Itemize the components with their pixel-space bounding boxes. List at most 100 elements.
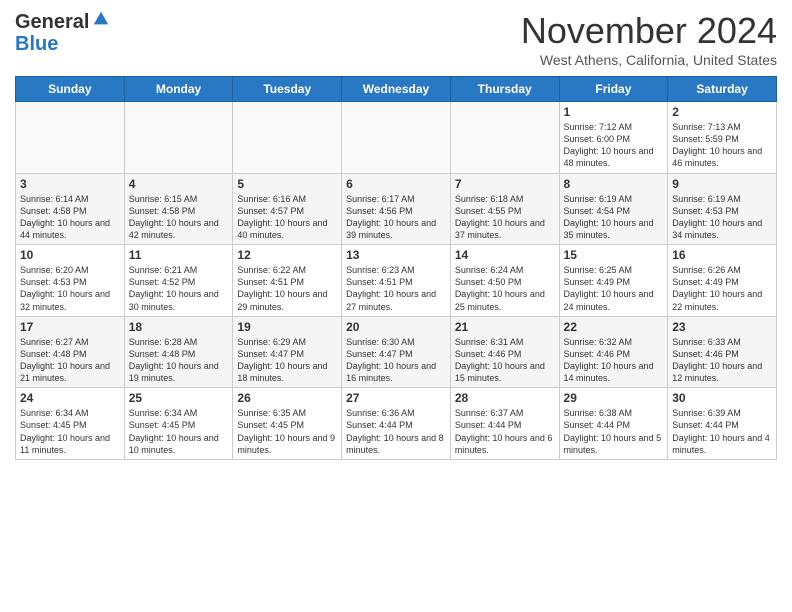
calendar-cell: 27 Sunrise: 6:36 AM Sunset: 4:44 PM Dayli… <box>342 388 451 460</box>
day-number: 24 <box>20 391 120 405</box>
location: West Athens, California, United States <box>521 52 777 68</box>
calendar-cell: 26 Sunrise: 6:35 AM Sunset: 4:45 PM Dayli… <box>233 388 342 460</box>
week-row-2: 3 Sunrise: 6:14 AM Sunset: 4:58 PM Daylig… <box>16 173 777 245</box>
header-sunday: Sunday <box>16 77 125 102</box>
day-info: Sunrise: 6:18 AM Sunset: 4:55 PM Dayligh… <box>455 193 555 242</box>
day-number: 18 <box>129 320 229 334</box>
calendar-cell <box>233 102 342 174</box>
day-number: 10 <box>20 248 120 262</box>
day-info: Sunrise: 6:34 AM Sunset: 4:45 PM Dayligh… <box>129 407 229 456</box>
week-row-4: 17 Sunrise: 6:27 AM Sunset: 4:48 PM Dayli… <box>16 316 777 388</box>
calendar-cell: 15 Sunrise: 6:25 AM Sunset: 4:49 PM Dayli… <box>559 245 668 317</box>
day-info: Sunrise: 7:13 AM Sunset: 5:59 PM Dayligh… <box>672 121 772 170</box>
page: General Blue November 2024 West Athens, … <box>0 0 792 612</box>
calendar-cell: 14 Sunrise: 6:24 AM Sunset: 4:50 PM Dayli… <box>450 245 559 317</box>
day-info: Sunrise: 6:36 AM Sunset: 4:44 PM Dayligh… <box>346 407 446 456</box>
header-tuesday: Tuesday <box>233 77 342 102</box>
calendar-cell: 8Sunrise: 6:19 AM Sunset: 4:54 PM Daylig… <box>559 173 668 245</box>
day-info: Sunrise: 6:29 AM Sunset: 4:47 PM Dayligh… <box>237 336 337 385</box>
calendar-cell <box>124 102 233 174</box>
day-info: Sunrise: 6:21 AM Sunset: 4:52 PM Dayligh… <box>129 264 229 313</box>
weekday-header-row: Sunday Monday Tuesday Wednesday Thursday… <box>16 77 777 102</box>
header-wednesday: Wednesday <box>342 77 451 102</box>
calendar-cell <box>450 102 559 174</box>
day-info: Sunrise: 6:17 AM Sunset: 4:56 PM Dayligh… <box>346 193 446 242</box>
calendar-cell: 19 Sunrise: 6:29 AM Sunset: 4:47 PM Dayli… <box>233 316 342 388</box>
day-number: 11 <box>129 248 229 262</box>
logo-triangle-icon <box>92 10 110 33</box>
day-info: Sunrise: 6:27 AM Sunset: 4:48 PM Dayligh… <box>20 336 120 385</box>
day-info: Sunrise: 6:23 AM Sunset: 4:51 PM Dayligh… <box>346 264 446 313</box>
calendar-cell: 23 Sunrise: 6:33 AM Sunset: 4:46 PM Dayli… <box>668 316 777 388</box>
header-saturday: Saturday <box>668 77 777 102</box>
day-info: Sunrise: 6:22 AM Sunset: 4:51 PM Dayligh… <box>237 264 337 313</box>
calendar-cell: 4Sunrise: 6:15 AM Sunset: 4:58 PM Daylig… <box>124 173 233 245</box>
calendar-cell <box>16 102 125 174</box>
header-monday: Monday <box>124 77 233 102</box>
calendar-cell: 11 Sunrise: 6:21 AM Sunset: 4:52 PM Dayli… <box>124 245 233 317</box>
day-info: Sunrise: 6:25 AM Sunset: 4:49 PM Dayligh… <box>564 264 664 313</box>
day-number: 29 <box>564 391 664 405</box>
day-info: Sunrise: 7:12 AM Sunset: 6:00 PM Dayligh… <box>564 121 664 170</box>
calendar-cell: 10 Sunrise: 6:20 AM Sunset: 4:53 PM Dayli… <box>16 245 125 317</box>
day-number: 19 <box>237 320 337 334</box>
calendar-cell: 29 Sunrise: 6:38 AM Sunset: 4:44 PM Dayli… <box>559 388 668 460</box>
calendar-cell: 16Sunrise: 6:26 AM Sunset: 4:49 PM Dayli… <box>668 245 777 317</box>
day-info: Sunrise: 6:35 AM Sunset: 4:45 PM Dayligh… <box>237 407 337 456</box>
calendar-cell: 18 Sunrise: 6:28 AM Sunset: 4:48 PM Dayli… <box>124 316 233 388</box>
day-info: Sunrise: 6:28 AM Sunset: 4:48 PM Dayligh… <box>129 336 229 385</box>
day-number: 20 <box>346 320 446 334</box>
calendar-cell: 13Sunrise: 6:23 AM Sunset: 4:51 PM Dayli… <box>342 245 451 317</box>
day-number: 7 <box>455 177 555 191</box>
day-number: 27 <box>346 391 446 405</box>
day-number: 15 <box>564 248 664 262</box>
day-info: Sunrise: 6:33 AM Sunset: 4:46 PM Dayligh… <box>672 336 772 385</box>
week-row-1: 1 Sunrise: 7:12 AM Sunset: 6:00 PM Daylig… <box>16 102 777 174</box>
day-number: 17 <box>20 320 120 334</box>
day-info: Sunrise: 6:16 AM Sunset: 4:57 PM Dayligh… <box>237 193 337 242</box>
month-title: November 2024 <box>521 10 777 52</box>
title-section: November 2024 West Athens, California, U… <box>521 10 777 68</box>
day-info: Sunrise: 6:38 AM Sunset: 4:44 PM Dayligh… <box>564 407 664 456</box>
day-number: 30 <box>672 391 772 405</box>
day-number: 23 <box>672 320 772 334</box>
day-number: 28 <box>455 391 555 405</box>
day-info: Sunrise: 6:37 AM Sunset: 4:44 PM Dayligh… <box>455 407 555 456</box>
calendar-cell: 2Sunrise: 7:13 AM Sunset: 5:59 PM Daylig… <box>668 102 777 174</box>
logo-blue: Blue <box>15 33 58 55</box>
day-info: Sunrise: 6:20 AM Sunset: 4:53 PM Dayligh… <box>20 264 120 313</box>
day-info: Sunrise: 6:31 AM Sunset: 4:46 PM Dayligh… <box>455 336 555 385</box>
calendar-cell: 3 Sunrise: 6:14 AM Sunset: 4:58 PM Daylig… <box>16 173 125 245</box>
logo-text-group: General Blue <box>15 10 110 55</box>
day-number: 12 <box>237 248 337 262</box>
calendar-cell: 30 Sunrise: 6:39 AM Sunset: 4:44 PM Dayli… <box>668 388 777 460</box>
calendar-cell: 17 Sunrise: 6:27 AM Sunset: 4:48 PM Dayli… <box>16 316 125 388</box>
day-info: Sunrise: 6:24 AM Sunset: 4:50 PM Dayligh… <box>455 264 555 313</box>
day-number: 25 <box>129 391 229 405</box>
calendar-cell: 28 Sunrise: 6:37 AM Sunset: 4:44 PM Dayli… <box>450 388 559 460</box>
header-thursday: Thursday <box>450 77 559 102</box>
day-number: 14 <box>455 248 555 262</box>
day-number: 3 <box>20 177 120 191</box>
day-info: Sunrise: 6:26 AM Sunset: 4:49 PM Dayligh… <box>672 264 772 313</box>
calendar-cell: 9Sunrise: 6:19 AM Sunset: 4:53 PM Daylig… <box>668 173 777 245</box>
calendar-cell: 25 Sunrise: 6:34 AM Sunset: 4:45 PM Dayli… <box>124 388 233 460</box>
day-number: 1 <box>564 105 664 119</box>
day-info: Sunrise: 6:32 AM Sunset: 4:46 PM Dayligh… <box>564 336 664 385</box>
day-info: Sunrise: 6:19 AM Sunset: 4:54 PM Dayligh… <box>564 193 664 242</box>
calendar-cell: 7 Sunrise: 6:18 AM Sunset: 4:55 PM Daylig… <box>450 173 559 245</box>
calendar-cell: 21 Sunrise: 6:31 AM Sunset: 4:46 PM Dayli… <box>450 316 559 388</box>
week-row-5: 24 Sunrise: 6:34 AM Sunset: 4:45 PM Dayli… <box>16 388 777 460</box>
calendar-cell: 22Sunrise: 6:32 AM Sunset: 4:46 PM Dayli… <box>559 316 668 388</box>
day-info: Sunrise: 6:19 AM Sunset: 4:53 PM Dayligh… <box>672 193 772 242</box>
day-number: 21 <box>455 320 555 334</box>
calendar: Sunday Monday Tuesday Wednesday Thursday… <box>15 76 777 460</box>
day-info: Sunrise: 6:39 AM Sunset: 4:44 PM Dayligh… <box>672 407 772 456</box>
day-info: Sunrise: 6:34 AM Sunset: 4:45 PM Dayligh… <box>20 407 120 456</box>
calendar-cell: 24 Sunrise: 6:34 AM Sunset: 4:45 PM Dayli… <box>16 388 125 460</box>
logo-general: General <box>15 11 89 33</box>
day-info: Sunrise: 6:14 AM Sunset: 4:58 PM Dayligh… <box>20 193 120 242</box>
calendar-cell: 1 Sunrise: 7:12 AM Sunset: 6:00 PM Daylig… <box>559 102 668 174</box>
calendar-cell: 12 Sunrise: 6:22 AM Sunset: 4:51 PM Dayli… <box>233 245 342 317</box>
day-number: 26 <box>237 391 337 405</box>
